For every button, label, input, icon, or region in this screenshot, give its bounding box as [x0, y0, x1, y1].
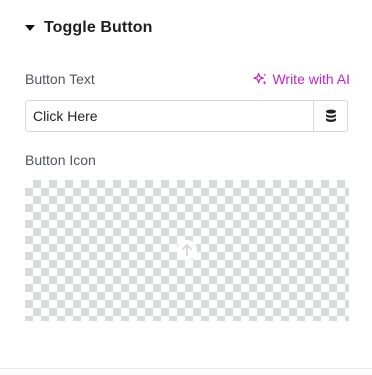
- button-text-input[interactable]: [26, 101, 313, 131]
- dynamic-tags-button[interactable]: [313, 101, 347, 131]
- section-title: Toggle Button: [44, 19, 153, 36]
- button-icon-label: Button Icon: [25, 152, 96, 168]
- upload-icon: [177, 240, 197, 260]
- icon-media-picker[interactable]: [25, 180, 349, 321]
- database-icon: [325, 109, 336, 122]
- write-with-ai-button[interactable]: Write with AI: [253, 71, 350, 87]
- sparkle-icon: [253, 72, 268, 85]
- button-text-label: Button Text: [25, 71, 95, 87]
- settings-panel: Toggle Button Button Text Write with AI …: [0, 0, 372, 375]
- caret-down-icon: [25, 25, 35, 31]
- divider: [0, 368, 372, 369]
- button-text-control: [25, 100, 348, 132]
- section-header-toggle-button[interactable]: Toggle Button: [25, 17, 153, 39]
- write-with-ai-label: Write with AI: [272, 71, 350, 87]
